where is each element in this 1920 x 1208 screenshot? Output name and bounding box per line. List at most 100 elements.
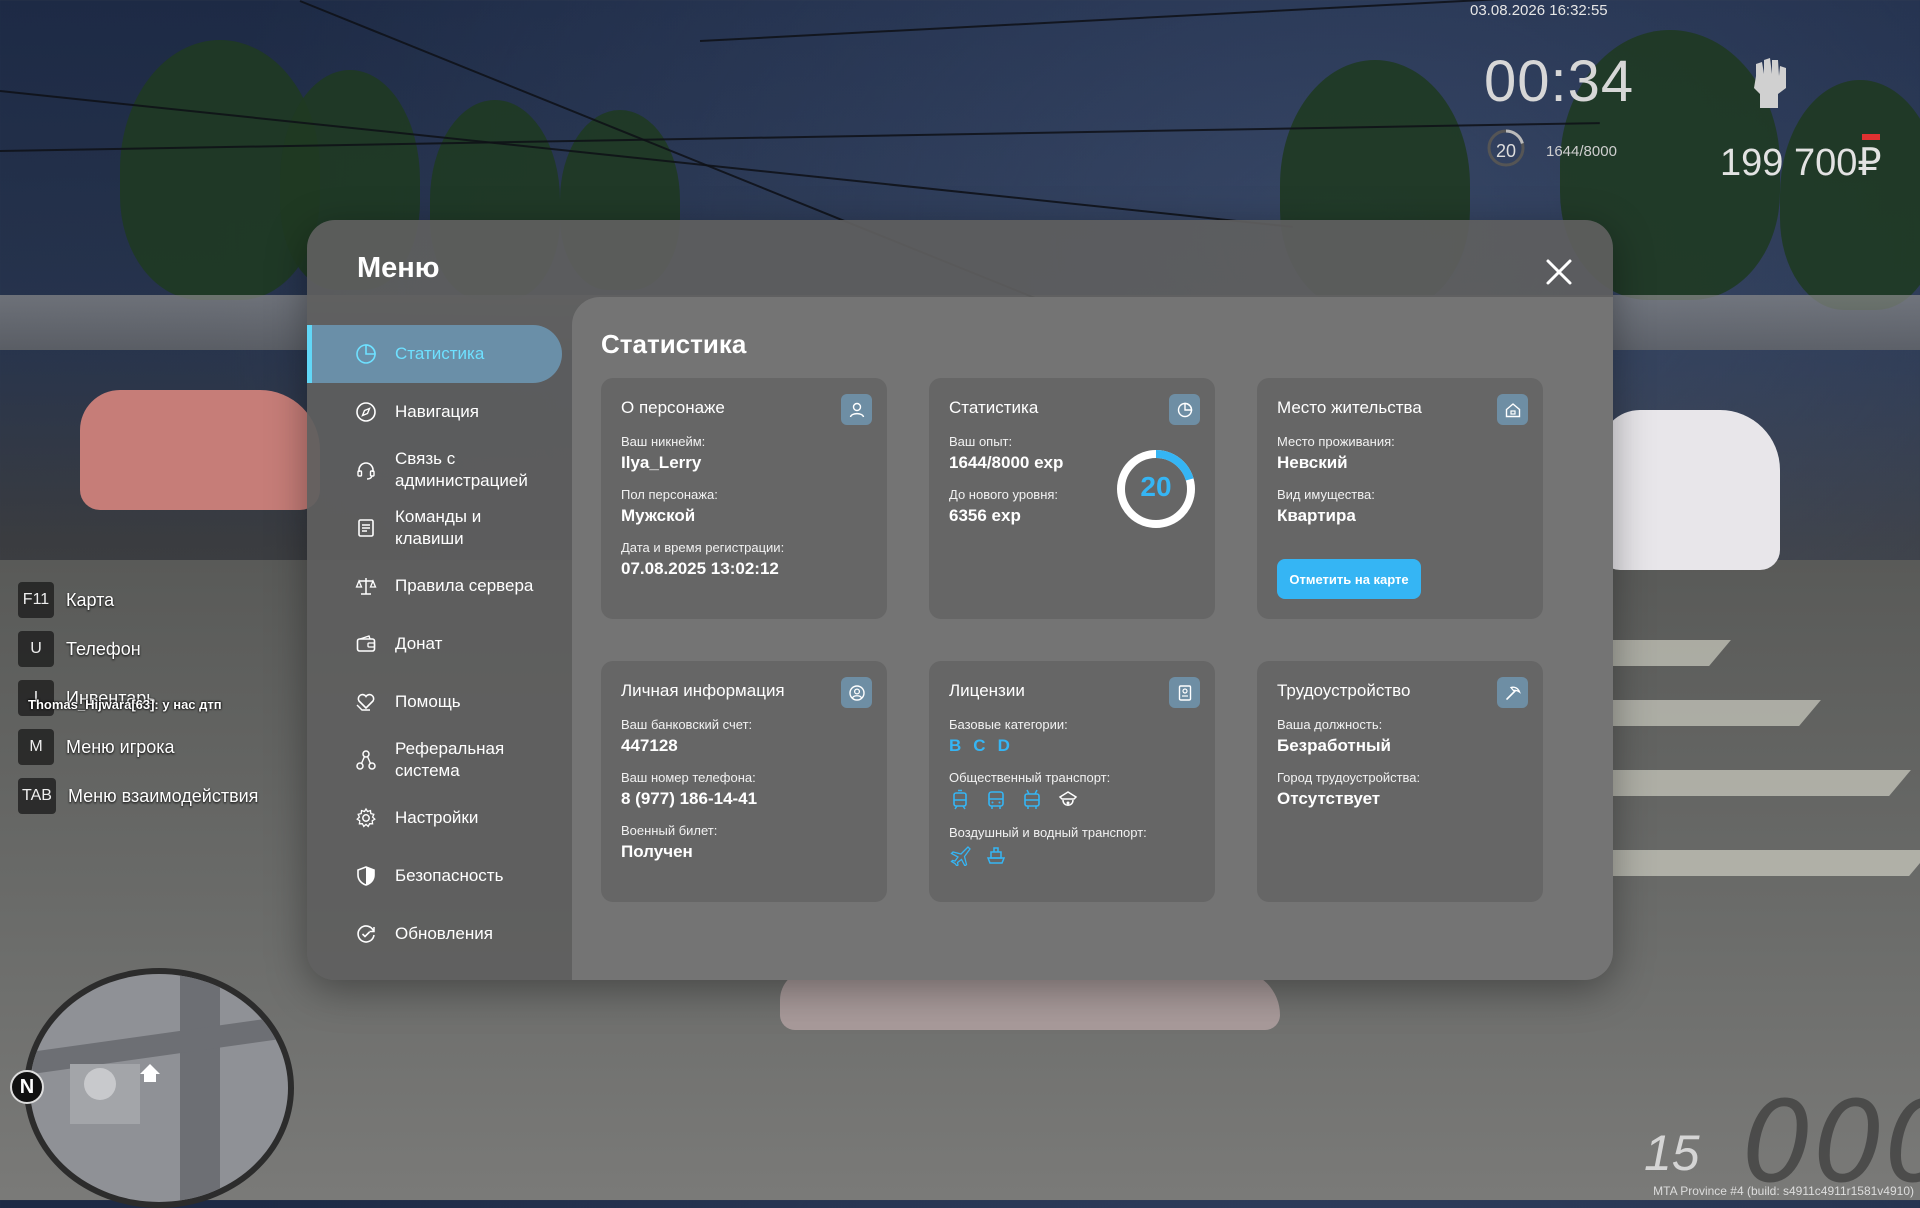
- fist-icon: [1754, 58, 1786, 108]
- pie-chart-icon: [1169, 394, 1200, 425]
- sidebar-item-label: Статистика: [395, 344, 485, 363]
- military-id-label: Военный билет:: [621, 823, 718, 838]
- pickaxe-icon: [1497, 677, 1528, 708]
- hotkey-label: Телефон: [66, 638, 141, 659]
- trolleybus-icon: [1024, 789, 1040, 809]
- military-id-value: Получен: [621, 842, 693, 861]
- shield-icon: [357, 866, 375, 886]
- card-title: О персонаже: [621, 398, 725, 417]
- headset-icon: [357, 462, 375, 480]
- sidebar-item-label: Обновления: [395, 924, 493, 943]
- sidebar-item-donate[interactable]: Донат: [307, 615, 563, 673]
- hud-level: 20: [1495, 141, 1517, 161]
- hotkey-label: Меню взаимодействия: [67, 785, 259, 806]
- pie-chart-icon: [356, 344, 376, 364]
- check-refresh-icon: [357, 925, 375, 943]
- hotkey-key: F11: [18, 582, 54, 618]
- job-city-value: Отсутствует: [1277, 789, 1381, 808]
- license-category-b: B: [949, 736, 962, 755]
- player-menu-window: Меню Статистика Навигация Связь с админи…: [307, 220, 1613, 980]
- hotkey-interaction-menu[interactable]: TAB Меню взаимодействия: [18, 776, 258, 816]
- hotkey-player-menu[interactable]: M Меню игрока: [18, 727, 258, 767]
- sidebar-item-navigation[interactable]: Навигация: [307, 383, 563, 441]
- hotkey-key: U: [18, 631, 54, 667]
- base-categories-label: Базовые категории:: [949, 717, 1068, 732]
- document-icon: [358, 519, 374, 537]
- driver-cap-icon: [1058, 791, 1078, 806]
- hud-timer: 00:34: [1484, 49, 1635, 114]
- wallet-icon: [356, 635, 376, 652]
- job-city-label: Город трудоустройства:: [1277, 770, 1421, 785]
- card-title: Статистика: [949, 398, 1039, 417]
- job-position-value: Безработный: [1277, 736, 1391, 755]
- sidebar-item-security[interactable]: Безопасность: [307, 847, 563, 905]
- nickname-value: Ilya_Lerry: [621, 453, 702, 472]
- gear-icon: [356, 807, 376, 828]
- base-categories: B C D: [949, 736, 1195, 756]
- speedometer-fuel: 15: [1644, 1125, 1700, 1181]
- license-category-c: C: [973, 736, 986, 755]
- bank-account-value: 447128: [621, 736, 678, 755]
- minimap: [24, 968, 294, 1208]
- phone-label: Ваш номер телефона:: [621, 770, 756, 785]
- build-info: MTA Province #4 (build: s4911c4911r1581v…: [1653, 1184, 1914, 1198]
- sidebar-item-label: Навигация: [395, 402, 479, 421]
- sidebar-item-label: Правила сервера: [395, 576, 534, 595]
- phone-value: 8 (977) 186-14-41: [621, 789, 758, 808]
- tram-icon: [953, 789, 967, 810]
- mark-on-map-button[interactable]: Отметить на карте: [1277, 559, 1421, 599]
- card-licenses: Лицензии Базовые категории: B C D Общест…: [929, 661, 1215, 902]
- sidebar-item-label: Команды и клавиши: [395, 507, 482, 548]
- user-circle-icon: [841, 677, 872, 708]
- sidebar-item-label: Связь с администрацией: [395, 449, 528, 490]
- sidebar-item-rules[interactable]: Правила сервера: [307, 557, 563, 615]
- license-category-d: D: [997, 736, 1010, 755]
- nickname-label: Ваш никнейм:: [621, 434, 706, 449]
- sidebar-item-label: Реферальная система: [395, 739, 505, 780]
- job-position-label: Ваша должность:: [1277, 717, 1383, 732]
- sidebar-item-referral[interactable]: Реферальная система: [307, 731, 563, 789]
- network-icon: [356, 750, 376, 770]
- sidebar-item-settings[interactable]: Настройки: [307, 789, 563, 847]
- minimap-roads: [30, 974, 288, 1202]
- hud-datetime: 03.08.2026 16:32:55: [1470, 2, 1608, 19]
- hotkey-map[interactable]: F11 Карта: [18, 580, 258, 620]
- exp-label: Ваш опыт:: [949, 434, 1013, 449]
- sidebar-item-label: Помощь: [395, 692, 461, 711]
- sidebar-item-label: Безопасность: [395, 866, 504, 885]
- public-transport-icons: [949, 789, 1195, 811]
- property-type-label: Вид имущества:: [1277, 487, 1375, 502]
- registration-value: 07.08.2025 13:02:12: [621, 559, 779, 578]
- card-personal-info: Личная информация Ваш банковский счет: 4…: [601, 661, 887, 902]
- sidebar-item-updates[interactable]: Обновления: [307, 905, 563, 963]
- sidebar-item-help[interactable]: Помощь: [307, 673, 563, 731]
- air-water-transport-icons: [949, 844, 1195, 866]
- sidebar-item-label: Донат: [395, 634, 443, 653]
- statistics-panel: Статистика О персонаже Ваш никнейм: Ilya…: [572, 297, 1613, 980]
- hotkey-phone[interactable]: U Телефон: [18, 629, 258, 669]
- card-statistics: Статистика Ваш опыт: 1644/8000 exp До но…: [929, 378, 1215, 619]
- minimap-north-icon: N: [10, 1070, 44, 1104]
- card-employment: Трудоустройство Ваша должность: Безработ…: [1257, 661, 1543, 902]
- hud-level-exp: 1644/8000: [1546, 143, 1617, 160]
- card-title: Место жительства: [1277, 398, 1422, 417]
- bank-account-label: Ваш банковский счет:: [621, 717, 753, 732]
- page-title: Статистика: [601, 329, 747, 359]
- heart-hand-icon: [356, 693, 375, 711]
- bus-icon: [988, 791, 1004, 809]
- card-character: О персонаже Ваш никнейм: Ilya_Lerry Пол …: [601, 378, 887, 619]
- airplane-icon: [950, 846, 971, 866]
- sidebar-item-admin-contact[interactable]: Связь с администрацией: [307, 441, 563, 499]
- public-transport-label: Общественный транспорт:: [949, 770, 1111, 785]
- gender-label: Пол персонажа:: [621, 487, 718, 502]
- scales-icon: [355, 578, 377, 595]
- sidebar-item-statistics[interactable]: Статистика: [307, 325, 562, 383]
- hotkey-key: TAB: [18, 778, 56, 814]
- user-icon: [841, 394, 872, 425]
- sidebar-item-commands[interactable]: Команды и клавиши: [307, 499, 563, 557]
- air-water-transport-label: Воздушный и водный транспорт:: [949, 825, 1147, 840]
- close-icon[interactable]: [1539, 252, 1579, 292]
- menu-sidebar: Статистика Навигация Связь с администрац…: [307, 325, 563, 963]
- hotkey-label: Карта: [66, 589, 115, 610]
- level-value: 20: [1140, 471, 1172, 502]
